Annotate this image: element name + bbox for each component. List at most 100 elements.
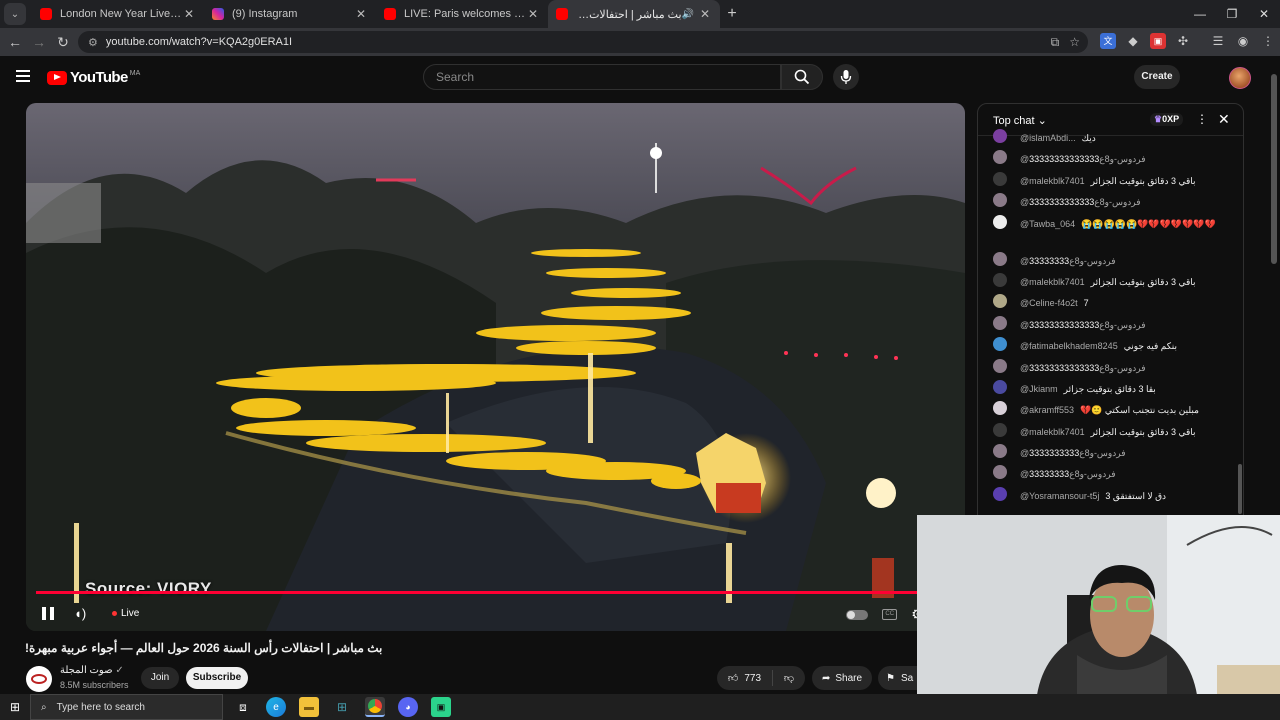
browser-tab-2[interactable]: LIVE: Paris welcomes 2026 with ✕ — [376, 0, 548, 28]
chat-author-name[interactable]: @Yosramansour-t5j — [1020, 491, 1099, 501]
chat-author-name[interactable]: @malekblk7401 — [1020, 427, 1085, 437]
tab-close-icon[interactable]: ✕ — [354, 7, 368, 21]
chat-author-name[interactable]: @islamAbdi... — [1020, 133, 1076, 143]
menu-icon[interactable] — [16, 70, 30, 82]
progress-bar[interactable] — [36, 591, 955, 594]
green-app-icon[interactable]: ▣ — [431, 697, 451, 717]
share-button[interactable]: ➦ Share — [812, 666, 872, 690]
chat-author-name[interactable]: @malekblk7401 — [1020, 176, 1085, 186]
install-app-icon[interactable]: ⧉ — [1051, 35, 1060, 50]
chat-author-avatar[interactable] — [993, 486, 1007, 501]
chat-author-avatar[interactable] — [993, 214, 1007, 229]
chat-author-avatar[interactable] — [993, 171, 1007, 186]
chat-message-text: 7 — [1083, 298, 1089, 309]
tab-title: LIVE: Paris welcomes 2026 with — [404, 8, 526, 20]
channel-name[interactable]: صوت المجلة ✓ — [60, 665, 124, 676]
back-icon[interactable]: ← — [3, 34, 27, 50]
new-tab-button[interactable]: + — [720, 5, 744, 23]
chat-scrollbar[interactable] — [1238, 144, 1242, 514]
edge-browser-icon[interactable]: e — [266, 697, 286, 717]
browser-tab-1[interactable]: (9) Instagram ✕ — [204, 0, 376, 28]
page-scrollbar[interactable] — [1271, 74, 1277, 264]
discord-icon[interactable]: ◕ — [398, 697, 418, 717]
live-chat-panel: Top chat ⌄ ♛0XP ⋮ ✕ @islamAbdi... ديك @فرد… — [977, 103, 1244, 516]
restore-icon[interactable]: ❐ — [1216, 0, 1248, 28]
chat-author-avatar[interactable] — [993, 272, 1007, 287]
minimize-icon[interactable]: — — [1184, 0, 1216, 28]
extensions-area: 文 ◆ ▣ ✣ ☰ ◉ ⋮ — [1100, 33, 1276, 49]
tab-close-icon[interactable]: ✕ — [526, 7, 540, 21]
video-player[interactable]: Source: VIORY ◖) Live CC ⚙ ▭ — [26, 103, 965, 631]
volume-icon[interactable]: ◖) — [74, 606, 86, 621]
chat-author-avatar[interactable] — [993, 315, 1007, 330]
chat-author-name[interactable]: @Tawba_064 — [1020, 219, 1075, 229]
chat-author-name[interactable]: @malekblk7401 — [1020, 277, 1085, 287]
translate-extension-icon[interactable]: 文 — [1100, 33, 1116, 49]
close-window-icon[interactable]: ✕ — [1248, 0, 1280, 28]
windows-start-icon[interactable]: ⊞ — [0, 700, 30, 714]
search-input[interactable]: Search — [423, 64, 781, 90]
task-view-icon[interactable]: ⧈ — [233, 697, 253, 717]
chat-author-avatar[interactable] — [993, 422, 1007, 437]
chat-message-line: @فردوس-و8ع33333333333333 — [1020, 361, 1220, 376]
taskbar-search-input[interactable]: ⌕ Type here to search — [30, 694, 223, 720]
autoplay-toggle[interactable] — [846, 609, 869, 620]
microphone-icon — [840, 70, 852, 84]
profile-icon[interactable]: ◉ — [1235, 33, 1251, 49]
browser-tab-3[interactable]: بث مباشر | احتفالات رأس الس 🔊 ✕ — [548, 0, 720, 28]
xp-badge[interactable]: ♛0XP — [1150, 113, 1184, 126]
chrome-icon[interactable] — [365, 697, 385, 717]
channel-avatar[interactable] — [26, 666, 52, 692]
chat-author-name[interactable]: @Jkianm — [1020, 384, 1058, 394]
subscribe-button[interactable]: Subscribe — [186, 667, 248, 689]
chat-author-name[interactable]: @Celine-f4o2t — [1020, 298, 1078, 308]
search-button[interactable] — [781, 64, 823, 90]
chat-author-avatar[interactable] — [993, 193, 1007, 208]
chat-message-text: ديك — [1081, 133, 1096, 143]
create-button[interactable]: Create — [1134, 65, 1180, 89]
forward-icon[interactable]: → — [27, 34, 51, 50]
chat-author-avatar[interactable] — [993, 465, 1007, 480]
red-extension-icon[interactable]: ▣ — [1150, 33, 1166, 49]
instagram-favicon-icon — [212, 8, 224, 20]
chat-author-avatar[interactable] — [993, 379, 1007, 394]
tab-search-button[interactable]: ⌄ — [4, 3, 26, 25]
like-button[interactable]: 👍︎ 773 — [717, 670, 773, 686]
site-info-icon[interactable]: ⚙ — [88, 36, 98, 49]
reading-list-icon[interactable]: ☰ — [1210, 33, 1226, 49]
tab-close-icon[interactable]: ✕ — [698, 7, 712, 21]
voice-search-button[interactable] — [833, 64, 859, 90]
address-bar[interactable]: ⚙ youtube.com/watch?v=KQA2g0ERA1I ⧉ ☆ — [78, 31, 1088, 53]
account-avatar[interactable] — [1229, 67, 1251, 89]
reload-icon[interactable]: ↻ — [51, 34, 75, 51]
chat-author-avatar[interactable] — [993, 337, 1007, 352]
pause-button[interactable] — [42, 607, 54, 620]
captions-icon[interactable]: CC — [882, 609, 898, 620]
chat-author-avatar[interactable] — [993, 294, 1007, 309]
thumbs-down-icon: 👎︎ — [783, 673, 795, 684]
audio-playing-icon[interactable]: 🔊 — [682, 9, 694, 20]
puzzle-extensions-icon[interactable]: ✣ — [1175, 33, 1191, 49]
dislike-button[interactable]: 👎︎ — [773, 672, 805, 684]
chat-author-avatar[interactable] — [993, 129, 1007, 143]
chat-author-name[interactable]: @akramff553 — [1020, 405, 1074, 415]
chat-message: @فردوس-و8ع33333333333333 — [978, 147, 1236, 168]
chat-author-avatar[interactable] — [993, 444, 1007, 459]
join-button[interactable]: Join — [141, 667, 179, 689]
chat-author-avatar[interactable] — [993, 401, 1007, 416]
bookmark-star-icon[interactable]: ☆ — [1069, 35, 1080, 50]
chat-author-avatar[interactable] — [993, 150, 1007, 165]
youtube-logo[interactable]: YouTube MA — [47, 69, 140, 86]
extension-icon[interactable]: ◆ — [1125, 33, 1141, 49]
chat-author-name[interactable]: @fatimabelkhadem8245 — [1020, 341, 1118, 351]
file-explorer-icon[interactable]: ▬ — [299, 697, 319, 717]
browser-tab-0[interactable]: London New Year Live - United ✕ — [32, 0, 204, 28]
chat-author-avatar[interactable] — [993, 251, 1007, 266]
chrome-menu-icon[interactable]: ⋮ — [1260, 33, 1276, 49]
live-badge[interactable]: Live — [112, 608, 139, 619]
save-button[interactable]: ⚑ Sa — [878, 666, 918, 690]
chat-more-icon[interactable]: ⋮ — [1196, 112, 1208, 126]
chat-author-avatar[interactable] — [993, 358, 1007, 373]
microsoft-store-icon[interactable]: ⊞ — [332, 697, 352, 717]
tab-close-icon[interactable]: ✕ — [182, 7, 196, 21]
